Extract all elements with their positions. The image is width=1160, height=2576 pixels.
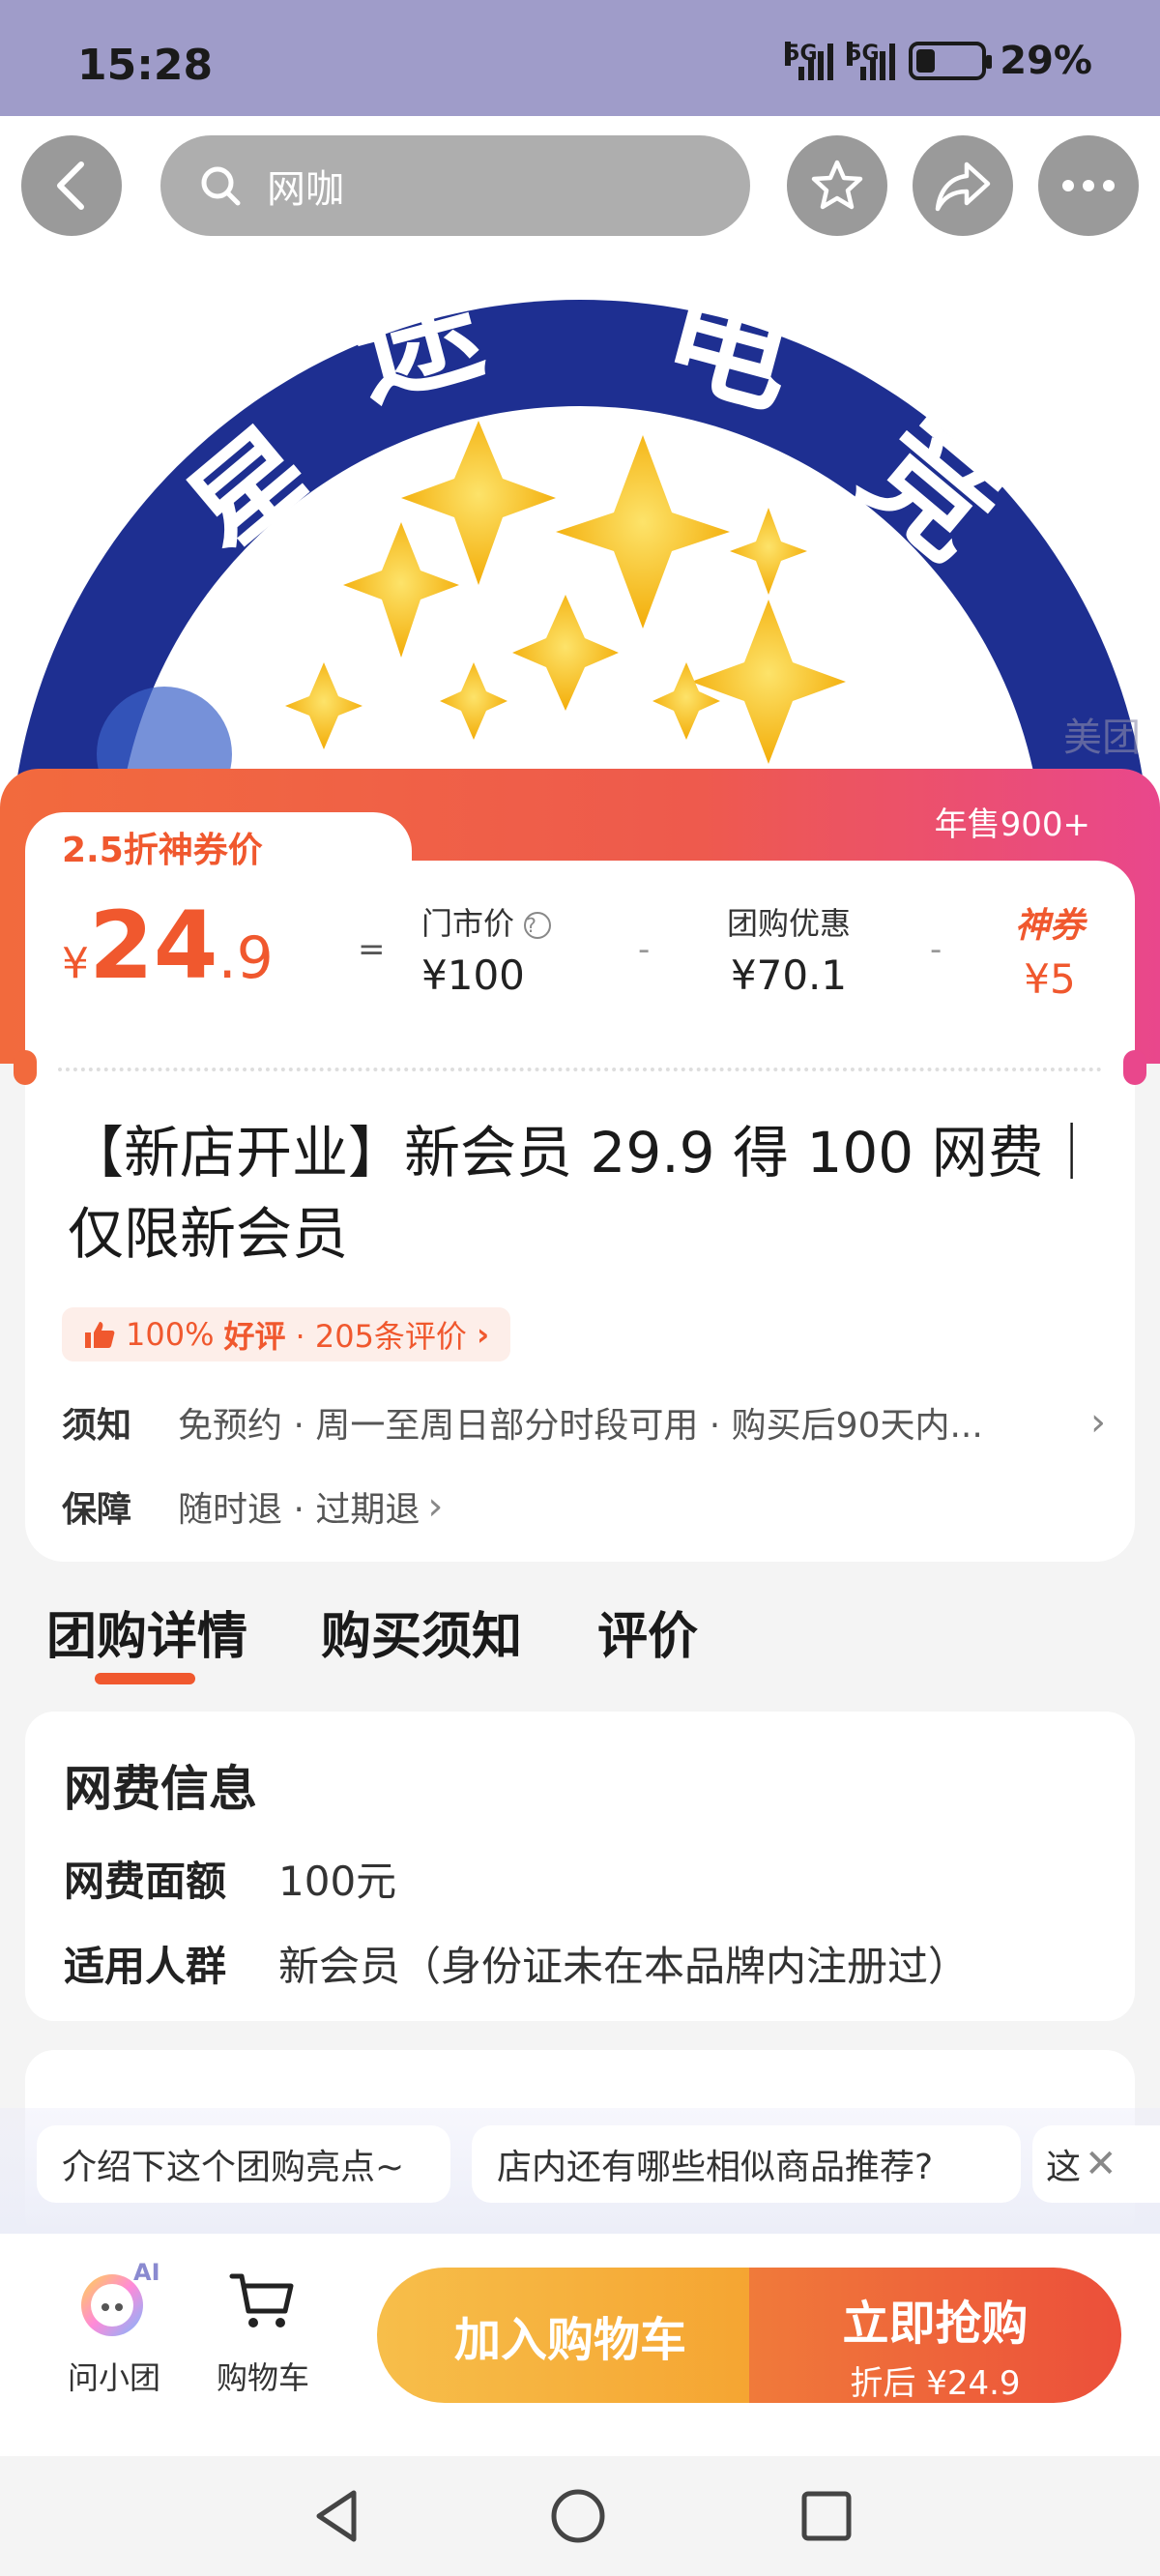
close-icon[interactable]: ✕ (1085, 2142, 1117, 2186)
fee-value: 100元 (278, 1858, 397, 1905)
meituan-watermark: 美团 (1063, 716, 1141, 760)
coupon-value: ¥5 (1024, 955, 1076, 1003)
buy-now-price: 折后 ¥24.9 (850, 2364, 1021, 2403)
group-discount-label: 团购优惠 (727, 905, 852, 942)
system-nav-bar (0, 2456, 1160, 2576)
share-icon (935, 161, 991, 212)
guarantee-key: 保障 (62, 1490, 132, 1530)
deal-title: 【新店开业】新会员 29.9 得 100 网费｜仅限新会员 (68, 1120, 1100, 1267)
add-to-cart-button[interactable]: 加入购物车 (377, 2268, 764, 2403)
shopping-cart-icon (229, 2273, 294, 2327)
chip-text: 这 (1046, 2148, 1082, 2187)
price-integer: 24 (89, 892, 218, 1000)
ask-ai-button[interactable]: AI 问小团 (56, 2259, 172, 2398)
card-notch-right (1123, 1050, 1146, 1085)
suggestion-chip[interactable]: 介绍下这个团购亮点~ (37, 2125, 450, 2203)
ai-badge: AI (133, 2259, 160, 2286)
suggestion-chip[interactable]: 店内还有哪些相似商品推荐? (472, 2125, 1021, 2203)
fee-row-audience: 适用人群 新会员（身份证未在本品牌内注册过） (64, 1934, 969, 1993)
cart-button[interactable]: 购物车 (205, 2263, 321, 2398)
rating-badge[interactable]: 100% 好评 · 205条评价 › (62, 1307, 511, 1361)
nav-back-icon[interactable] (307, 2487, 365, 2545)
back-button[interactable] (21, 135, 122, 236)
fee-info-title: 网费信息 (64, 1761, 257, 1817)
rating-count: · 205条评价 (295, 1318, 467, 1355)
currency-symbol: ¥ (62, 939, 89, 988)
equals-sign: = (358, 930, 386, 969)
group-discount-value: ¥70.1 (730, 951, 848, 999)
rating-word: 好评 (223, 1318, 286, 1355)
rating-percent: 100% (126, 1316, 215, 1353)
battery-percent: 29% (1000, 39, 1092, 83)
fee-row-amount: 网费面额 100元 (64, 1849, 396, 1908)
search-text: 网咖 (267, 167, 344, 212)
store-price[interactable]: 门市价 ? ¥100 (421, 899, 552, 999)
share-button[interactable] (913, 135, 1013, 236)
more-button[interactable] (1038, 135, 1139, 236)
nav-recents-icon[interactable] (798, 2487, 856, 2545)
help-icon[interactable]: ? (524, 912, 552, 939)
suggestion-chip-partial[interactable]: 这 ✕ (1032, 2125, 1160, 2203)
card-notch-left (14, 1050, 37, 1085)
search-icon (201, 166, 241, 206)
chevron-right-icon: › (1090, 1400, 1106, 1445)
tab-deal-details[interactable]: 团购详情 (46, 1595, 247, 1668)
guarantee-row[interactable]: 保障 随时退 · 过期退 › (62, 1481, 443, 1532)
guarantee-value: 随时退 · 过期退 (178, 1490, 420, 1530)
search-bar[interactable]: 网咖 (160, 135, 750, 236)
god-coupon: 神券 ¥5 (1015, 897, 1085, 1003)
signal-5g-icon: 5G (785, 42, 834, 80)
notice-value: 免预约 · 周一至周日部分时段可用 · 购买后90天内... (178, 1406, 983, 1446)
store-price-label: 门市价 (421, 905, 515, 942)
nav-home-icon[interactable] (549, 2487, 607, 2545)
status-icons: 5G 5G 29% (785, 39, 1092, 83)
signal-5g-icon-2: 5G (847, 42, 896, 80)
notice-key: 须知 (62, 1406, 132, 1446)
fee-key: 适用人群 (64, 1943, 227, 1990)
price-decimal: .9 (218, 924, 274, 992)
buy-now-label: 立即抢购 (842, 2297, 1029, 2351)
fee-value: 新会员（身份证未在本品牌内注册过） (278, 1943, 970, 1990)
minus-sign-2: - (930, 930, 942, 969)
tab-purchase-notice[interactable]: 购买须知 (321, 1595, 522, 1668)
fee-key: 网费面额 (64, 1858, 227, 1905)
buy-now-button[interactable]: 立即抢购 折后 ¥24.9 (749, 2268, 1121, 2403)
discount-tag: 2.5折神券价 (62, 831, 263, 870)
minus-sign-1: - (638, 930, 651, 969)
back-arrow-icon (57, 161, 84, 210)
cart-label: 购物车 (216, 2359, 309, 2396)
store-price-value: ¥100 (421, 951, 525, 999)
chevron-right-icon: › (427, 1484, 444, 1529)
dashed-divider (58, 1068, 1102, 1071)
status-bar: 15:28 5G 5G 29% (0, 0, 1160, 116)
coupon-label: 神券 (1015, 906, 1086, 946)
battery-fill (916, 49, 936, 73)
favorite-button[interactable] (787, 135, 887, 236)
status-time: 15:28 (77, 41, 214, 90)
final-price: ¥ 24 .9 (62, 899, 274, 992)
ask-ai-label: 问小团 (67, 2359, 160, 2396)
battery-icon (909, 42, 993, 80)
more-dots-icon (1062, 180, 1115, 191)
thumbs-up-icon (85, 1322, 115, 1348)
tab-active-indicator (95, 1673, 195, 1684)
star-icon (811, 160, 863, 210)
notice-row[interactable]: 须知 免预约 · 周一至周日部分时段可用 · 购买后90天内... › (62, 1397, 1106, 1448)
chevron-right-icon: › (476, 1316, 490, 1353)
group-discount: 团购优惠 ¥70.1 (727, 899, 851, 999)
tab-reviews[interactable]: 评价 (597, 1595, 698, 1668)
annual-sales: 年售900+ (934, 805, 1090, 844)
